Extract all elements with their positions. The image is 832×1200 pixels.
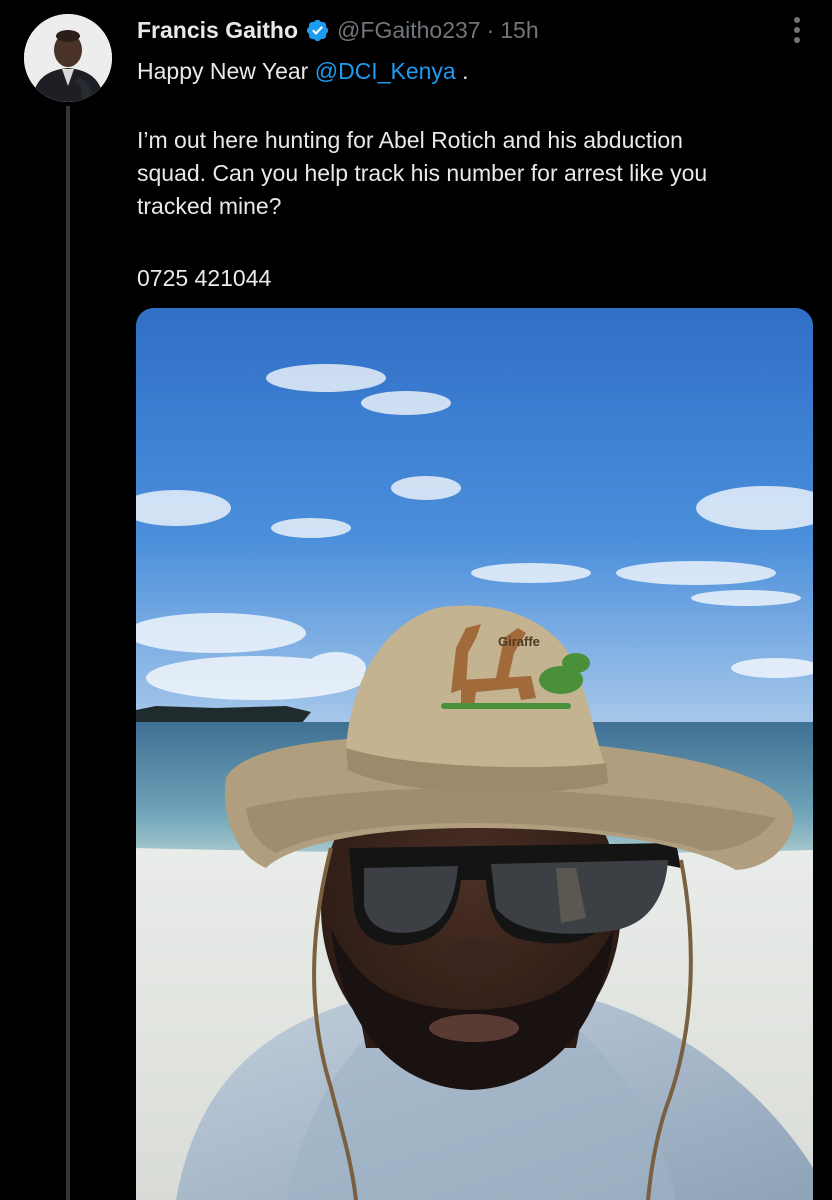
author-handle[interactable]: @FGaitho237 bbox=[337, 17, 481, 44]
post-text-line-2: I’m out here hunting for Abel Rotich and… bbox=[137, 127, 683, 153]
post-photo[interactable]: Giraffe bbox=[136, 308, 813, 1200]
tweet[interactable]: Francis Gaitho @FGaitho237 · 15h Happy N… bbox=[0, 0, 832, 1200]
post-text-prefix: Happy New Year bbox=[137, 58, 315, 84]
avatar[interactable] bbox=[24, 14, 112, 102]
post-text-line-3: squad. Can you help track his number for… bbox=[137, 160, 708, 186]
post-timestamp[interactable]: 15h bbox=[500, 17, 538, 44]
mention-link[interactable]: @DCI_Kenya bbox=[315, 58, 456, 84]
author-name[interactable]: Francis Gaitho bbox=[137, 17, 298, 44]
thread-line bbox=[66, 106, 70, 1200]
verified-badge-icon bbox=[305, 18, 330, 43]
hat-logo-text: Giraffe bbox=[498, 634, 540, 649]
tweet-header: Francis Gaitho @FGaitho237 · 15h bbox=[137, 13, 539, 47]
post-text-line-1: Happy New Year @DCI_Kenya . bbox=[137, 56, 468, 86]
post-text-line-4: tracked mine? bbox=[137, 193, 282, 219]
post-phone-number: 0725 421044 bbox=[137, 265, 272, 291]
separator-dot: · bbox=[486, 16, 495, 43]
post-text-suffix: . bbox=[455, 58, 469, 84]
more-options-icon[interactable] bbox=[782, 14, 812, 46]
